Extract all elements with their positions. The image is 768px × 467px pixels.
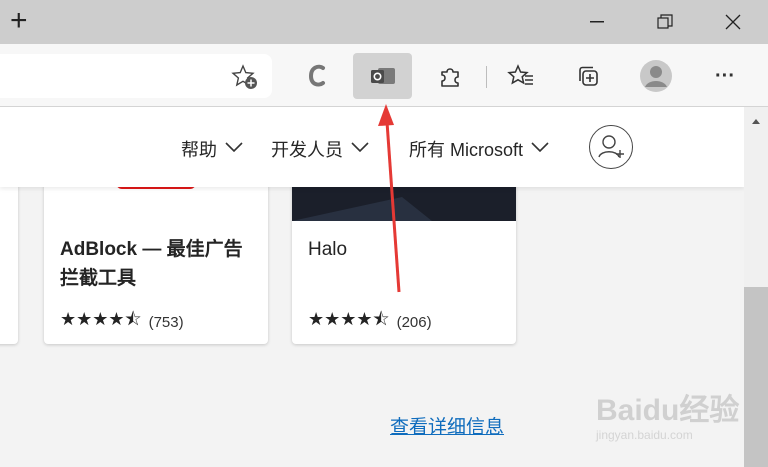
c-extension-icon — [308, 64, 325, 87]
more-icon: ··· — [715, 64, 735, 87]
add-favorite-button[interactable] — [231, 64, 259, 95]
star-rating-icon: ★★★★⯪ — [60, 309, 142, 329]
address-bar[interactable] — [0, 54, 272, 98]
rating-count: (206) — [396, 313, 432, 331]
new-tab-button[interactable]: + — [10, 6, 28, 36]
site-nav: 帮助 开发人员 所有 Microsoft — [0, 107, 744, 187]
star-add-icon — [231, 64, 257, 89]
rating-count: (753) — [148, 313, 184, 331]
collections-button[interactable] — [565, 53, 611, 99]
star-rating-icon: ★★★★⯪ — [308, 309, 390, 329]
scroll-up-arrow-icon[interactable] — [744, 111, 768, 131]
watermark-logo: Baidu经验 — [596, 394, 740, 427]
restore-icon — [657, 14, 673, 29]
restore-button[interactable] — [642, 0, 688, 44]
settings-more-button[interactable]: ··· — [702, 53, 748, 99]
minimize-button[interactable] — [574, 0, 620, 44]
outlook-extension-button[interactable] — [353, 53, 412, 99]
user-add-icon — [598, 135, 624, 158]
chevron-down-icon — [351, 142, 369, 152]
nav-help-label: 帮助 — [181, 140, 217, 160]
profile-button[interactable] — [633, 53, 679, 99]
nav-all-microsoft-label: 所有 Microsoft — [409, 140, 524, 160]
more-info-link[interactable]: 查看详细信息 — [390, 412, 504, 439]
minimize-icon — [590, 21, 604, 23]
scrollbar-thumb[interactable] — [744, 287, 768, 467]
browser-toolbar: ··· — [0, 44, 768, 107]
chevron-down-icon — [531, 142, 549, 152]
rating-adblock: ★★★★⯪ (753) — [60, 307, 184, 337]
avatar-icon — [640, 60, 672, 92]
favorites-icon — [507, 64, 533, 85]
card-title-adblock: AdBlock — 最佳广告 拦截工具 — [60, 239, 243, 289]
nav-help[interactable]: 帮助 — [181, 136, 243, 162]
puzzle-icon — [441, 68, 459, 87]
watermark-url: jingyan.baidu.com — [596, 428, 693, 442]
scrollbar[interactable] — [744, 107, 768, 467]
chevron-down-icon — [225, 142, 243, 152]
title-bar: + — [0, 0, 768, 44]
sign-in-button[interactable] — [589, 125, 633, 169]
close-icon — [725, 14, 741, 30]
nav-developers-label: 开发人员 — [271, 140, 343, 160]
favorites-button[interactable] — [498, 53, 544, 99]
nav-all-microsoft[interactable]: 所有 Microsoft — [409, 136, 549, 162]
close-button[interactable] — [710, 0, 756, 44]
collections-icon — [579, 66, 598, 86]
extensions-button[interactable] — [427, 53, 473, 99]
toolbar-separator — [486, 66, 487, 88]
card-title-halo: Halo — [308, 239, 348, 260]
extension-c-button[interactable] — [294, 53, 340, 99]
nav-developers[interactable]: 开发人员 — [271, 136, 369, 162]
rating-halo: ★★★★⯪ (206) — [308, 307, 432, 337]
outlook-icon — [370, 68, 395, 84]
